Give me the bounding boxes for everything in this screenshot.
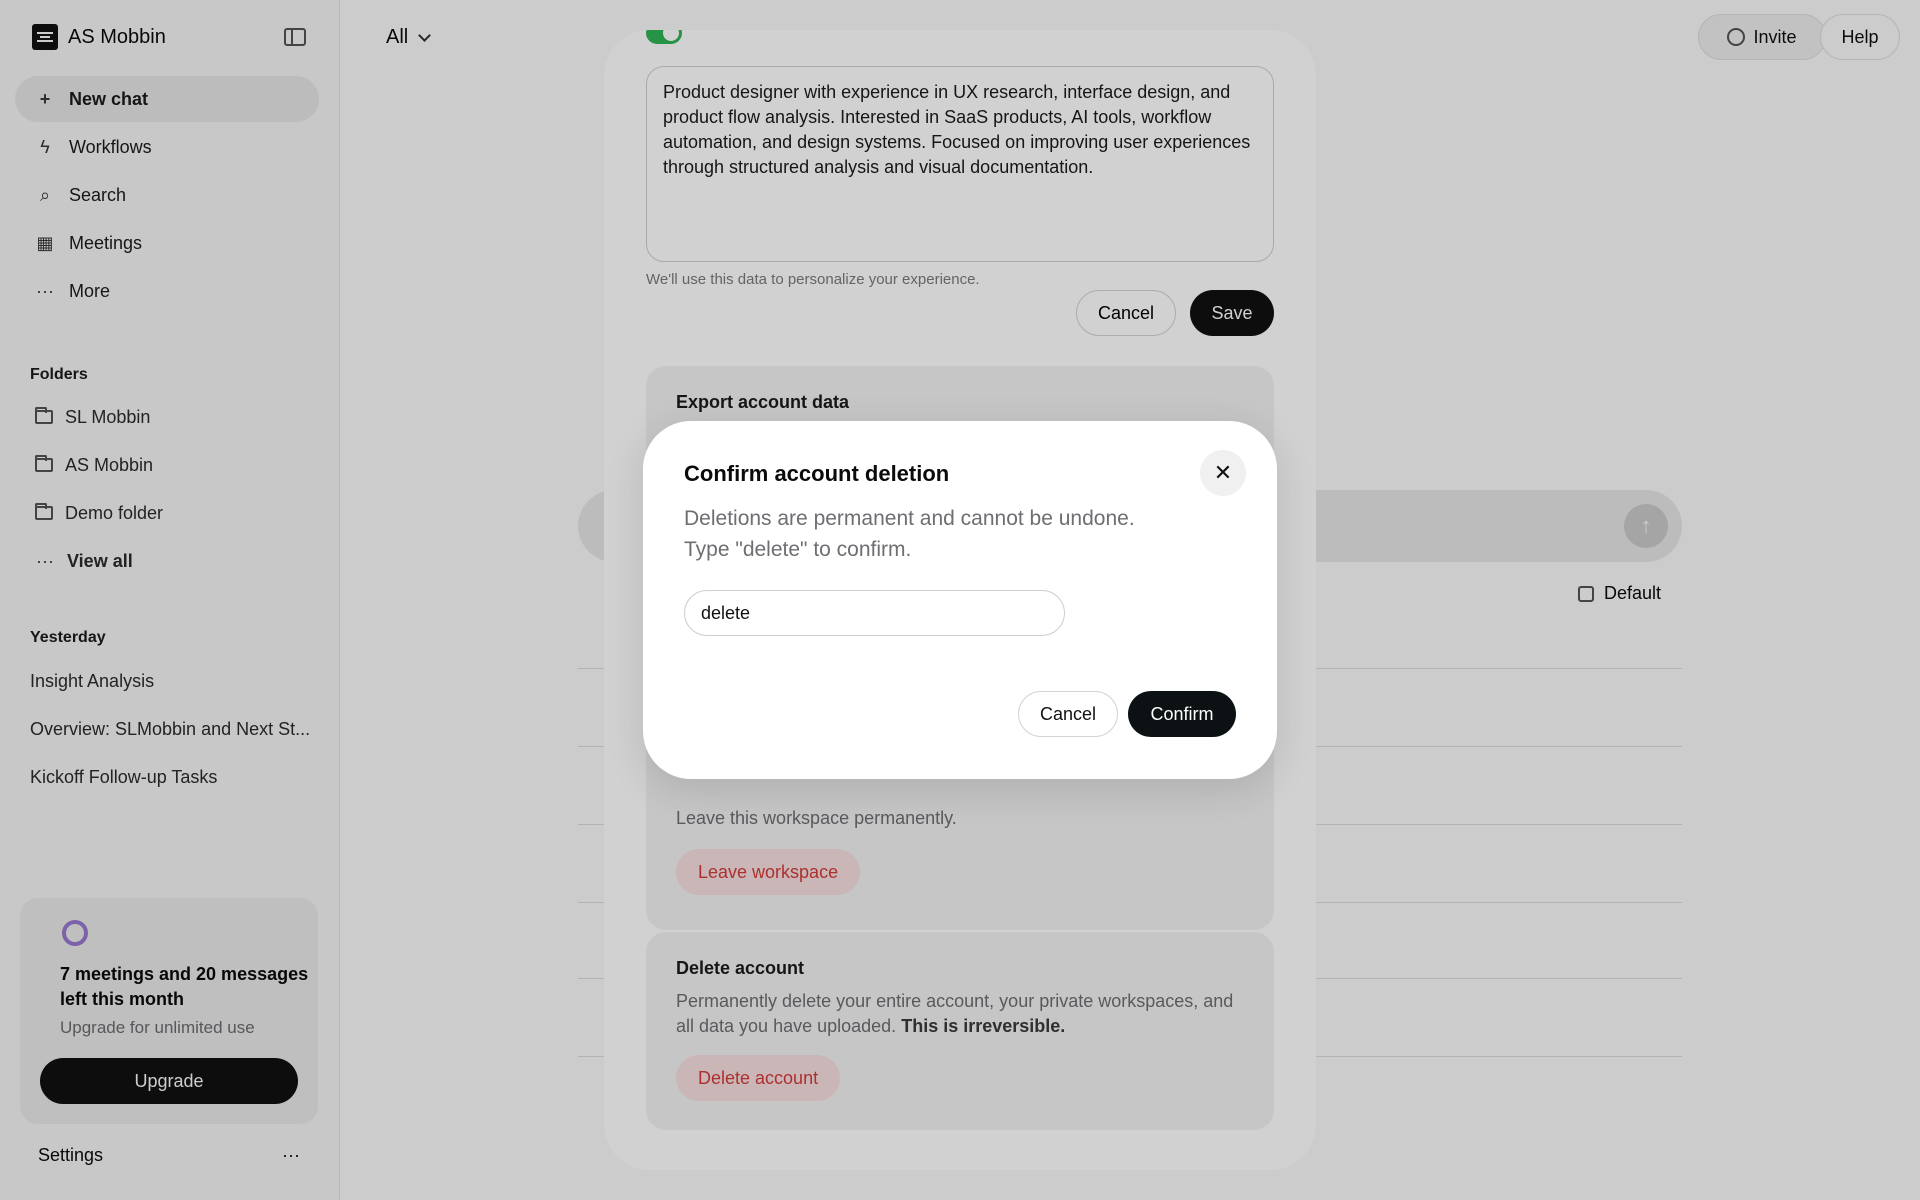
confirm-text-input[interactable] [684,590,1065,636]
dialog-desc-line: Type "delete" to confirm. [684,538,912,561]
dialog-cancel-button[interactable]: Cancel [1018,691,1118,737]
confirm-deletion-dialog: Confirm account deletion ✕ Deletions are… [643,421,1277,779]
close-icon[interactable]: ✕ [1200,450,1246,496]
dialog-description: Deletions are permanent and cannot be un… [684,503,1204,565]
dialog-title: Confirm account deletion [684,461,950,486]
dialog-desc-line: Deletions are permanent and cannot be un… [684,507,1135,530]
dialog-confirm-button[interactable]: Confirm [1128,691,1236,737]
